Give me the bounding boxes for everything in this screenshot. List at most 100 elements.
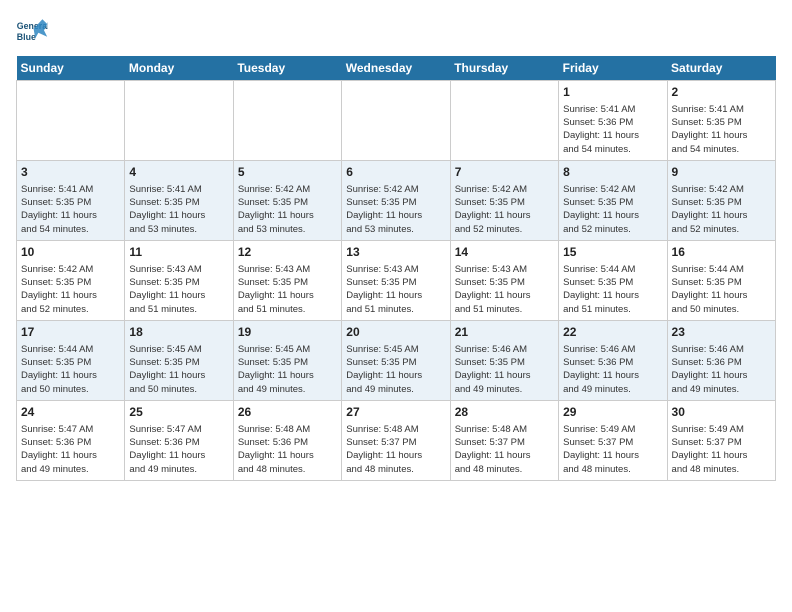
day-info: Sunrise: 5:42 AM [238, 183, 337, 196]
calendar-cell: 1Sunrise: 5:41 AMSunset: 5:36 PMDaylight… [559, 81, 667, 161]
calendar-cell: 12Sunrise: 5:43 AMSunset: 5:35 PMDayligh… [233, 241, 341, 321]
day-info: Daylight: 11 hours [672, 369, 771, 382]
day-info: and 51 minutes. [129, 303, 228, 316]
day-info: Sunset: 5:37 PM [455, 436, 554, 449]
day-info: and 48 minutes. [455, 463, 554, 476]
day-info: and 51 minutes. [563, 303, 662, 316]
calendar-cell: 30Sunrise: 5:49 AMSunset: 5:37 PMDayligh… [667, 401, 775, 481]
day-info: Sunrise: 5:42 AM [346, 183, 445, 196]
day-info: Sunrise: 5:45 AM [238, 343, 337, 356]
day-info: Daylight: 11 hours [238, 369, 337, 382]
day-info: and 48 minutes. [563, 463, 662, 476]
day-info: Sunrise: 5:42 AM [21, 263, 120, 276]
day-info: Sunrise: 5:42 AM [563, 183, 662, 196]
day-number: 9 [672, 164, 771, 181]
day-info: and 53 minutes. [238, 223, 337, 236]
calendar-week-1: 1Sunrise: 5:41 AMSunset: 5:36 PMDaylight… [17, 81, 776, 161]
day-info: and 54 minutes. [563, 143, 662, 156]
calendar-cell: 24Sunrise: 5:47 AMSunset: 5:36 PMDayligh… [17, 401, 125, 481]
day-info: Sunrise: 5:48 AM [238, 423, 337, 436]
day-info: Sunrise: 5:41 AM [563, 103, 662, 116]
day-info: Daylight: 11 hours [346, 369, 445, 382]
day-info: and 54 minutes. [672, 143, 771, 156]
day-info: and 54 minutes. [21, 223, 120, 236]
day-info: Daylight: 11 hours [455, 449, 554, 462]
day-info: Sunrise: 5:49 AM [672, 423, 771, 436]
day-info: and 48 minutes. [346, 463, 445, 476]
day-number: 14 [455, 244, 554, 261]
day-info: Sunrise: 5:43 AM [129, 263, 228, 276]
day-info: and 52 minutes. [455, 223, 554, 236]
day-number: 22 [563, 324, 662, 341]
day-info: Sunrise: 5:48 AM [455, 423, 554, 436]
day-number: 3 [21, 164, 120, 181]
day-info: Sunset: 5:36 PM [238, 436, 337, 449]
day-info: Sunset: 5:36 PM [563, 116, 662, 129]
day-info: Sunrise: 5:42 AM [455, 183, 554, 196]
day-info: Sunset: 5:37 PM [563, 436, 662, 449]
day-number: 20 [346, 324, 445, 341]
day-info: Daylight: 11 hours [21, 289, 120, 302]
day-info: Sunrise: 5:44 AM [672, 263, 771, 276]
calendar-table: SundayMondayTuesdayWednesdayThursdayFrid… [16, 56, 776, 481]
day-number: 13 [346, 244, 445, 261]
calendar-week-3: 10Sunrise: 5:42 AMSunset: 5:35 PMDayligh… [17, 241, 776, 321]
day-info: Daylight: 11 hours [563, 449, 662, 462]
day-info: Daylight: 11 hours [455, 289, 554, 302]
calendar-cell: 19 Sunrise: 5:45 AMSunset: 5:35 PMDayligh… [233, 321, 341, 401]
day-number: 6 [346, 164, 445, 181]
day-info: and 50 minutes. [672, 303, 771, 316]
day-info: Daylight: 11 hours [346, 209, 445, 222]
calendar-cell: 10Sunrise: 5:42 AMSunset: 5:35 PMDayligh… [17, 241, 125, 321]
day-info: and 48 minutes. [672, 463, 771, 476]
calendar-cell [17, 81, 125, 161]
day-info: Sunrise: 5:46 AM [672, 343, 771, 356]
day-number: 8 [563, 164, 662, 181]
day-info: and 53 minutes. [346, 223, 445, 236]
day-info: Daylight: 11 hours [129, 289, 228, 302]
calendar-cell: 13Sunrise: 5:43 AMSunset: 5:35 PMDayligh… [342, 241, 450, 321]
day-number: 7 [455, 164, 554, 181]
day-info: Sunset: 5:35 PM [238, 356, 337, 369]
day-number: 24 [21, 404, 120, 421]
day-info: and 51 minutes. [238, 303, 337, 316]
day-info: and 50 minutes. [21, 383, 120, 396]
day-info: Sunset: 5:36 PM [129, 436, 228, 449]
day-info: Sunrise: 5:43 AM [346, 263, 445, 276]
day-info: Sunset: 5:35 PM [672, 196, 771, 209]
day-info: Sunset: 5:35 PM [238, 196, 337, 209]
day-number: 2 [672, 84, 771, 101]
day-number: 23 [672, 324, 771, 341]
day-info: Sunrise: 5:49 AM [563, 423, 662, 436]
day-info: and 51 minutes. [346, 303, 445, 316]
header-thursday: Thursday [450, 56, 558, 81]
day-number: 16 [672, 244, 771, 261]
day-info: Sunset: 5:35 PM [346, 276, 445, 289]
day-info: Sunrise: 5:48 AM [346, 423, 445, 436]
calendar-cell: 15Sunrise: 5:44 AMSunset: 5:35 PMDayligh… [559, 241, 667, 321]
header-tuesday: Tuesday [233, 56, 341, 81]
day-number: 18 [129, 324, 228, 341]
day-number: 21 [455, 324, 554, 341]
day-info: Sunrise: 5:46 AM [455, 343, 554, 356]
day-number: 4 [129, 164, 228, 181]
day-info: Sunrise: 5:41 AM [129, 183, 228, 196]
day-info: Daylight: 11 hours [563, 369, 662, 382]
day-info: Sunset: 5:35 PM [346, 356, 445, 369]
day-info: Sunrise: 5:47 AM [21, 423, 120, 436]
day-info: Sunrise: 5:41 AM [21, 183, 120, 196]
calendar-cell: 27Sunrise: 5:48 AMSunset: 5:37 PMDayligh… [342, 401, 450, 481]
calendar-cell: 11Sunrise: 5:43 AMSunset: 5:35 PMDayligh… [125, 241, 233, 321]
day-info: Sunrise: 5:45 AM [346, 343, 445, 356]
day-number: 19 [238, 324, 337, 341]
calendar-cell [233, 81, 341, 161]
day-info: Sunset: 5:35 PM [129, 276, 228, 289]
day-info: Sunset: 5:37 PM [672, 436, 771, 449]
header-wednesday: Wednesday [342, 56, 450, 81]
header-friday: Friday [559, 56, 667, 81]
day-info: Daylight: 11 hours [238, 289, 337, 302]
day-info: Sunset: 5:35 PM [563, 276, 662, 289]
day-info: Sunrise: 5:44 AM [563, 263, 662, 276]
calendar-cell [342, 81, 450, 161]
day-info: Daylight: 11 hours [672, 289, 771, 302]
